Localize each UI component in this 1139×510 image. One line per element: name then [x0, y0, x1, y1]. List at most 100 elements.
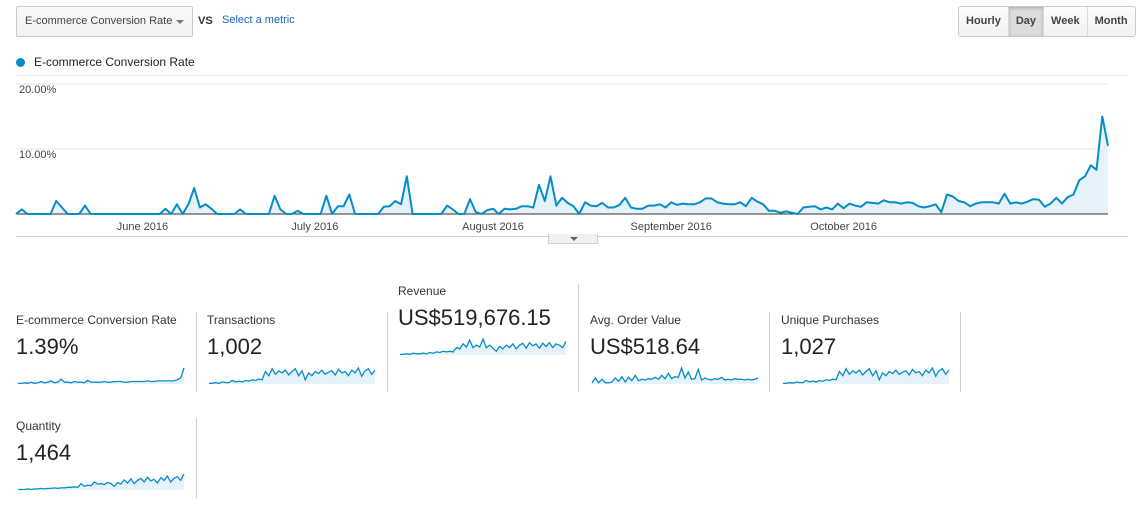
data-point[interactable]: [411, 212, 415, 216]
data-point[interactable]: [376, 212, 380, 216]
data-point[interactable]: [692, 202, 696, 206]
data-point[interactable]: [422, 212, 426, 216]
data-point[interactable]: [790, 211, 794, 215]
data-point[interactable]: [255, 212, 259, 216]
data-point[interactable]: [543, 199, 547, 203]
data-point[interactable]: [704, 196, 708, 200]
data-point[interactable]: [526, 204, 530, 208]
data-point[interactable]: [801, 206, 805, 210]
data-point[interactable]: [922, 206, 926, 210]
data-point[interactable]: [77, 212, 81, 216]
data-point[interactable]: [853, 204, 857, 208]
data-point[interactable]: [192, 186, 196, 190]
data-point[interactable]: [66, 212, 70, 216]
data-point[interactable]: [675, 203, 679, 207]
data-point[interactable]: [761, 202, 765, 206]
data-point[interactable]: [221, 212, 225, 216]
data-point[interactable]: [307, 212, 311, 216]
data-point[interactable]: [43, 212, 47, 216]
data-point[interactable]: [129, 212, 133, 216]
data-point[interactable]: [629, 206, 633, 210]
data-point[interactable]: [531, 206, 535, 210]
data-point[interactable]: [439, 212, 443, 216]
data-point[interactable]: [836, 202, 840, 206]
data-point[interactable]: [727, 202, 731, 206]
data-point[interactable]: [709, 196, 713, 200]
data-point[interactable]: [830, 207, 834, 211]
data-point[interactable]: [641, 207, 645, 211]
data-point[interactable]: [784, 209, 788, 213]
data-point[interactable]: [945, 193, 949, 197]
data-point[interactable]: [962, 200, 966, 204]
data-point[interactable]: [951, 195, 955, 199]
data-point[interactable]: [1054, 196, 1058, 200]
data-point[interactable]: [876, 202, 880, 206]
data-point[interactable]: [537, 183, 541, 187]
data-point[interactable]: [744, 204, 748, 208]
data-point[interactable]: [974, 202, 978, 206]
data-point[interactable]: [169, 212, 173, 216]
data-point[interactable]: [434, 212, 438, 216]
data-point[interactable]: [181, 212, 185, 216]
data-point[interactable]: [474, 210, 478, 214]
data-point[interactable]: [336, 204, 340, 208]
data-point[interactable]: [911, 201, 915, 205]
month-button[interactable]: Month: [1087, 7, 1135, 36]
data-point[interactable]: [669, 200, 673, 204]
data-point[interactable]: [451, 207, 455, 211]
primary-metric-dropdown[interactable]: E-commerce Conversion Rate: [16, 6, 193, 37]
data-point[interactable]: [140, 212, 144, 216]
data-point[interactable]: [445, 204, 449, 208]
data-point[interactable]: [635, 207, 639, 211]
data-point[interactable]: [49, 212, 53, 216]
data-point[interactable]: [767, 209, 771, 213]
data-point[interactable]: [112, 212, 116, 216]
data-point[interactable]: [250, 212, 254, 216]
data-point[interactable]: [118, 212, 122, 216]
data-point[interactable]: [652, 204, 656, 208]
data-point[interactable]: [589, 204, 593, 208]
data-point[interactable]: [20, 207, 24, 211]
select-metric-link[interactable]: Select a metric: [222, 14, 295, 26]
data-point[interactable]: [560, 196, 564, 200]
data-point[interactable]: [686, 202, 690, 206]
data-point[interactable]: [618, 203, 622, 207]
data-point[interactable]: [842, 206, 846, 210]
data-point[interactable]: [290, 212, 294, 216]
data-point[interactable]: [600, 201, 604, 205]
data-point[interactable]: [158, 212, 162, 216]
data-point[interactable]: [721, 202, 725, 206]
data-point[interactable]: [89, 212, 93, 216]
data-point[interactable]: [732, 202, 736, 206]
data-point[interactable]: [1031, 197, 1035, 201]
data-point[interactable]: [612, 206, 616, 210]
data-point[interactable]: [646, 204, 650, 208]
data-point[interactable]: [1037, 198, 1041, 202]
scorecard-quantity[interactable]: Quantity 1,464: [16, 419, 198, 492]
data-point[interactable]: [1100, 115, 1104, 119]
data-point[interactable]: [819, 207, 823, 211]
data-point[interactable]: [209, 207, 213, 211]
data-point[interactable]: [595, 204, 599, 208]
scorecard-unique-purchases[interactable]: Unique Purchases 1,027: [781, 313, 963, 386]
data-point[interactable]: [807, 205, 811, 209]
data-point[interactable]: [824, 206, 828, 210]
data-point[interactable]: [428, 212, 432, 216]
data-point[interactable]: [888, 200, 892, 204]
data-point[interactable]: [1060, 202, 1064, 206]
data-point[interactable]: [95, 212, 99, 216]
data-point[interactable]: [370, 212, 374, 216]
data-point[interactable]: [198, 206, 202, 210]
data-point[interactable]: [186, 202, 190, 206]
data-point[interactable]: [566, 201, 570, 205]
data-point[interactable]: [60, 206, 64, 210]
data-point[interactable]: [865, 200, 869, 204]
data-point[interactable]: [83, 204, 87, 208]
data-point[interactable]: [1077, 178, 1081, 182]
data-point[interactable]: [330, 212, 334, 216]
data-point[interactable]: [232, 212, 236, 216]
data-point[interactable]: [393, 199, 397, 203]
data-point[interactable]: [1072, 193, 1076, 197]
data-point[interactable]: [31, 212, 35, 216]
data-point[interactable]: [238, 207, 242, 211]
